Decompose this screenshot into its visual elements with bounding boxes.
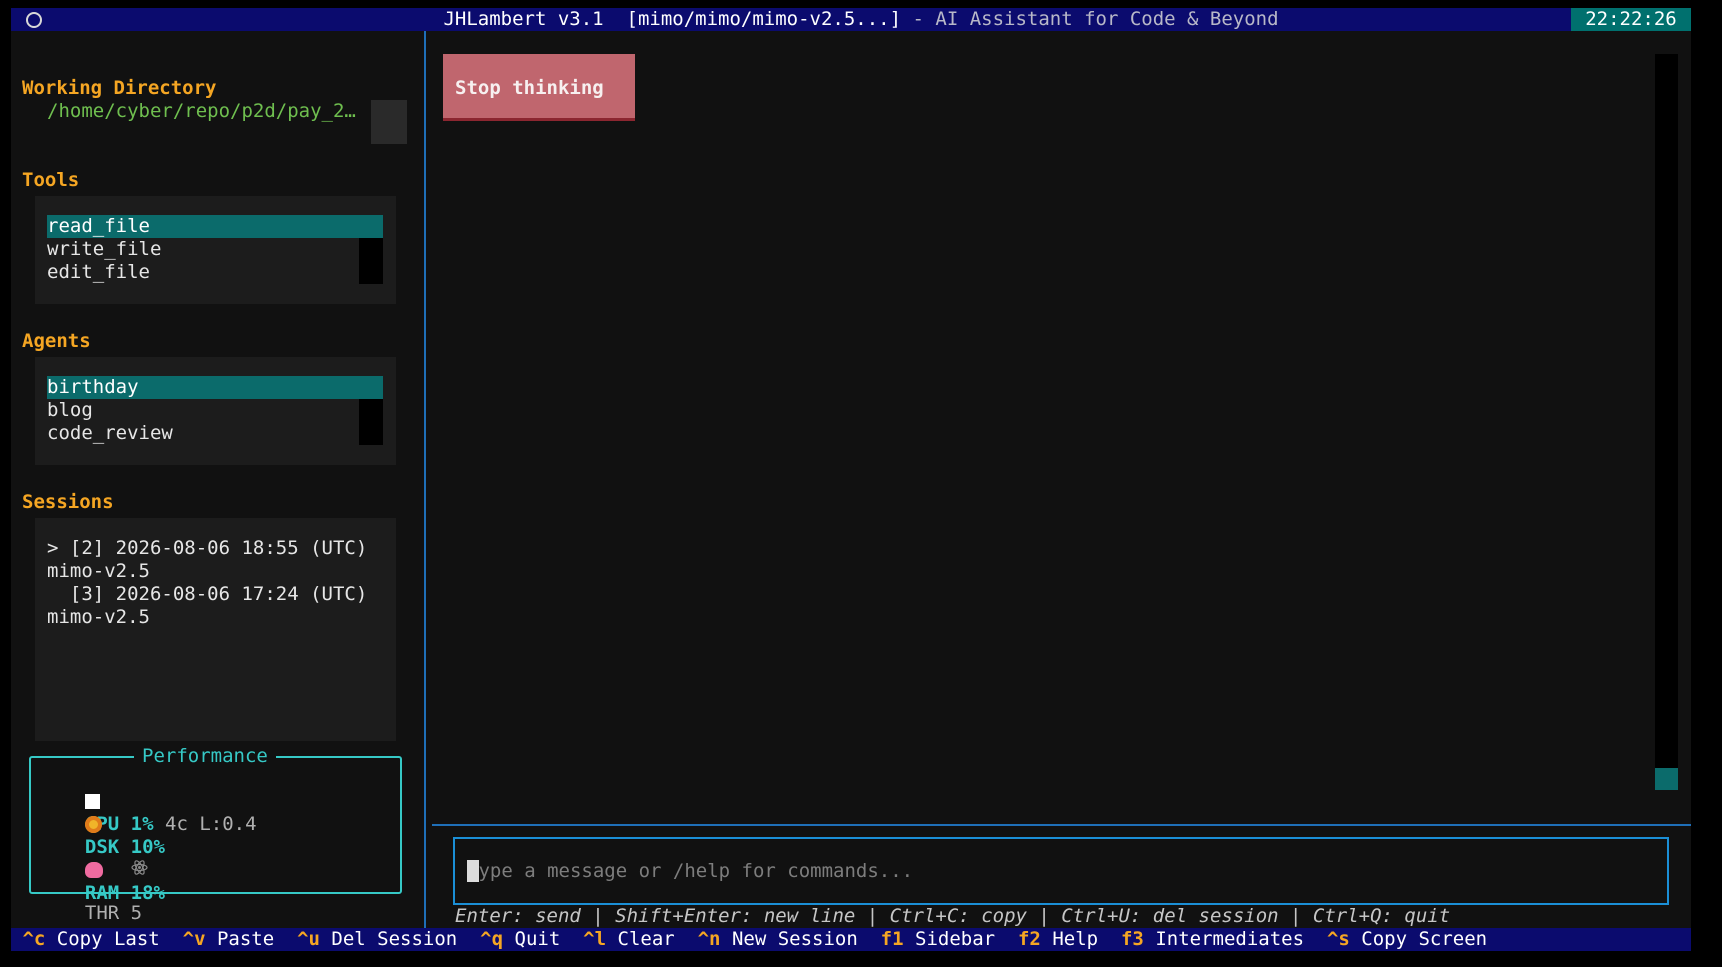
shortcut-copy-last[interactable]: ^c Copy Last [22, 928, 159, 950]
cpu-row: CPU 1% 4c L:0.4 [62, 767, 257, 835]
stop-button-shadow [443, 118, 635, 121]
ram-value: 18% [130, 882, 165, 904]
chat-scrollbar[interactable] [1655, 54, 1678, 790]
agents-heading: Agents [22, 330, 91, 352]
shortcut-key: ^u [297, 928, 320, 950]
shortcut-label: Paste [216, 928, 275, 950]
sessions-heading: Sessions [22, 491, 114, 513]
shortcut-help[interactable]: f2 Help [1018, 928, 1098, 950]
shortcut-label: Quit [514, 928, 561, 950]
working-directory-path[interactable]: /home/cyber/repo/p2d/pay_2… [47, 100, 356, 123]
shortcut-label: Help [1052, 928, 1099, 950]
tools-scrollbar[interactable] [359, 238, 383, 284]
tool-item-read-file[interactable]: read_file [47, 215, 383, 238]
tool-item-write-file[interactable]: write_file [47, 238, 161, 261]
chat-area [426, 31, 1691, 928]
message-input[interactable] [467, 859, 1617, 883]
shortcut-label: New Session [731, 928, 858, 950]
app-name: JHLambert v3.1 [443, 8, 604, 30]
shortcut-key: ^c [22, 928, 46, 950]
shortcut-label: Del Session [331, 928, 458, 950]
shortcut-clear[interactable]: ^l Clear [583, 928, 675, 950]
cpu-detail: 4c L:0.4 [165, 813, 257, 835]
app-description: - AI Assistant for Code & Beyond [912, 8, 1279, 30]
threads-value: 5 [130, 902, 143, 924]
shortcut-label: Sidebar [915, 928, 996, 950]
window-title: JHLambert v3.1 [mimo/mimo/mimo-v2.5...] … [0, 8, 1722, 31]
shortcut-bar: ^c Copy Last ^v Paste ^u Del Session ^q … [11, 928, 1691, 951]
threads-row: THR 5 [62, 813, 148, 924]
shortcut-del-session[interactable]: ^u Del Session [297, 928, 457, 950]
ram-row: RAM 18% [62, 836, 165, 904]
input-divider [432, 824, 1691, 826]
shortcut-label: Copy Last [56, 928, 160, 950]
shortcut-key: ^l [583, 928, 607, 950]
session-item-2-model[interactable]: mimo-v2.5 [47, 560, 150, 583]
session-item-3-title[interactable]: [3] 2026-08-06 17:24 (UTC) [47, 583, 367, 606]
working-directory-heading: Working Directory [22, 77, 217, 99]
shortcut-quit[interactable]: ^q Quit [480, 928, 560, 950]
shortcut-key: f1 [880, 928, 904, 950]
shortcut-label: Intermediates [1155, 928, 1305, 950]
text-cursor [467, 860, 479, 882]
agent-item-blog[interactable]: blog [47, 399, 93, 422]
shortcut-paste[interactable]: ^v Paste [183, 928, 275, 950]
shortcut-key: ^n [697, 928, 721, 950]
working-directory-scrollbar[interactable] [371, 100, 407, 144]
shortcut-label: Copy Screen [1361, 928, 1488, 950]
session-item-3-model[interactable]: mimo-v2.5 [47, 606, 150, 629]
model-name: [mimo/mimo/mimo-v2.5...] [626, 8, 902, 30]
session-item-2-title[interactable]: > [2] 2026-08-06 18:55 (UTC) [47, 537, 367, 560]
brain-icon [84, 862, 103, 878]
chat-scrollbar-thumb[interactable] [1655, 768, 1678, 790]
shortcut-label: Clear [617, 928, 675, 950]
agents-scrollbar[interactable] [359, 399, 383, 445]
shortcut-copy-screen[interactable]: ^s Copy Screen [1327, 928, 1487, 950]
stop-thinking-button[interactable]: Stop thinking [443, 54, 635, 121]
agent-item-birthday[interactable]: birthday [47, 376, 383, 399]
tools-heading: Tools [22, 169, 80, 191]
shortcut-sidebar[interactable]: f1 Sidebar [881, 928, 995, 950]
shortcut-key: f2 [1017, 928, 1041, 950]
performance-title: Performance [134, 745, 276, 767]
tool-item-edit-file[interactable]: edit_file [47, 261, 150, 284]
shortcut-new-session[interactable]: ^n New Session [698, 928, 858, 950]
shortcut-intermediates[interactable]: f3 Intermediates [1121, 928, 1304, 950]
ram-label: RAM [84, 882, 120, 904]
threads-label: THR [84, 902, 120, 924]
agent-item-code-review[interactable]: code_review [47, 422, 173, 445]
shortcut-key: ^q [480, 928, 504, 950]
keyboard-hint: Enter: send | Shift+Enter: new line | Ct… [455, 905, 1451, 927]
shortcut-key: ^v [182, 928, 206, 950]
disk-row: DSK 10% [62, 790, 165, 858]
clock: 22:22:26 [1571, 8, 1691, 31]
shortcut-key: f3 [1120, 928, 1144, 950]
shortcut-key: ^s [1326, 928, 1350, 950]
